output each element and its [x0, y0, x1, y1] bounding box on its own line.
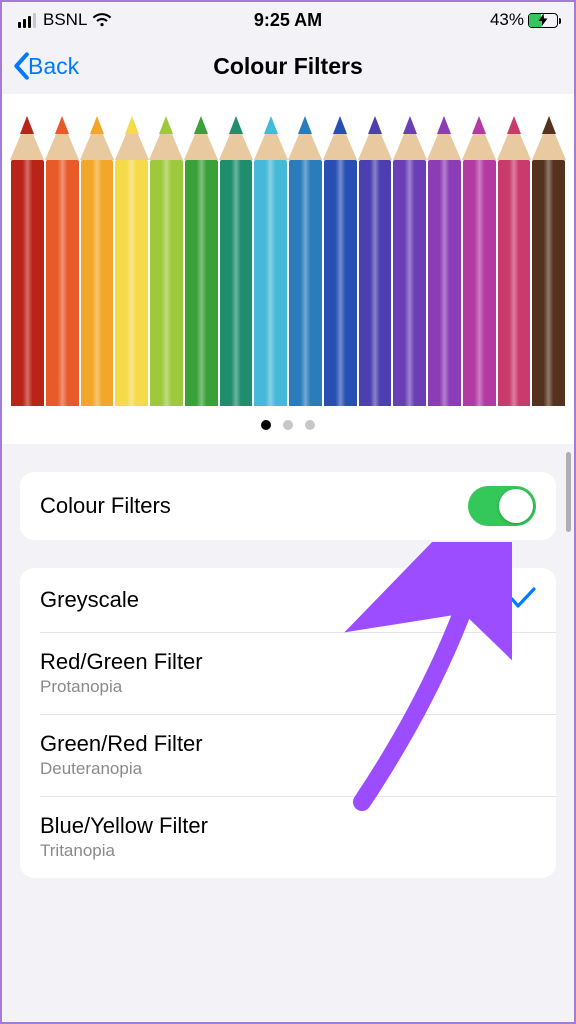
- back-label: Back: [28, 53, 79, 80]
- content-scroll[interactable]: Colour Filters Greyscale Red/Green Filte…: [2, 444, 574, 1022]
- filter-title: Greyscale: [40, 587, 139, 613]
- pencil: [81, 116, 114, 406]
- nav-bar: Back Colour Filters: [2, 38, 574, 94]
- colour-filters-toggle[interactable]: [468, 486, 536, 526]
- filter-subtitle: Protanopia: [40, 677, 203, 697]
- toggle-group: Colour Filters: [20, 472, 556, 540]
- pencil: [11, 116, 44, 406]
- pencil: [254, 116, 287, 406]
- battery-icon: [528, 13, 558, 28]
- filter-title: Red/Green Filter: [40, 649, 203, 675]
- filter-option-blue-yellow[interactable]: Blue/Yellow Filter Tritanopia: [20, 796, 556, 878]
- colour-filters-toggle-row: Colour Filters: [20, 472, 556, 540]
- pencil: [498, 116, 531, 406]
- filter-option-red-green[interactable]: Red/Green Filter Protanopia: [20, 632, 556, 714]
- carrier-label: BSNL: [43, 10, 87, 30]
- page-dot[interactable]: [283, 420, 293, 430]
- filter-title: Blue/Yellow Filter: [40, 813, 208, 839]
- checkmark-icon: [510, 587, 536, 614]
- back-button[interactable]: Back: [12, 52, 79, 80]
- wifi-icon: [92, 13, 112, 27]
- status-left: BSNL: [18, 10, 112, 30]
- filter-options-group: Greyscale Red/Green Filter Protanopia Gr…: [20, 568, 556, 878]
- pencil: [393, 116, 426, 406]
- pencil: [115, 116, 148, 406]
- pencil: [463, 116, 496, 406]
- status-right: 43%: [490, 10, 558, 30]
- scrollbar[interactable]: [566, 452, 571, 532]
- pencil: [46, 116, 79, 406]
- page-dot[interactable]: [305, 420, 315, 430]
- cellular-signal-icon: [18, 13, 36, 28]
- pencil: [428, 116, 461, 406]
- filter-option-green-red[interactable]: Green/Red Filter Deuteranopia: [20, 714, 556, 796]
- battery-percent: 43%: [490, 10, 524, 30]
- filter-preview-image[interactable]: [2, 94, 574, 406]
- pencil: [324, 116, 357, 406]
- page-title: Colour Filters: [213, 53, 363, 80]
- page-indicator[interactable]: [2, 406, 574, 444]
- filter-title: Green/Red Filter: [40, 731, 203, 757]
- filter-subtitle: Tritanopia: [40, 841, 208, 861]
- toggle-label: Colour Filters: [40, 493, 171, 519]
- filter-subtitle: Deuteranopia: [40, 759, 203, 779]
- pencil: [289, 116, 322, 406]
- page-dot[interactable]: [261, 420, 271, 430]
- pencil: [150, 116, 183, 406]
- pencil: [185, 116, 218, 406]
- status-time: 9:25 AM: [254, 10, 322, 31]
- status-bar: BSNL 9:25 AM 43%: [2, 2, 574, 38]
- pencil: [359, 116, 392, 406]
- pencil: [220, 116, 253, 406]
- filter-option-greyscale[interactable]: Greyscale: [20, 568, 556, 632]
- pencil: [532, 116, 565, 406]
